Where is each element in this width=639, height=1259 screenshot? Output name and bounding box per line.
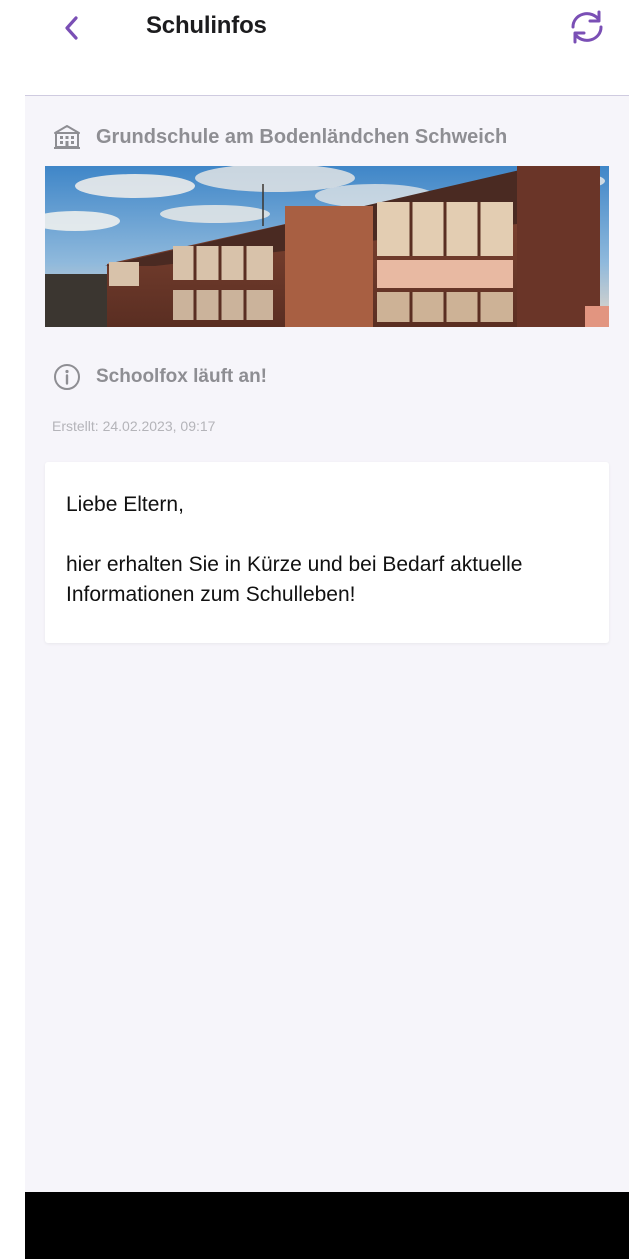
school-name: Grundschule am Bodenländchen Schweich [96, 125, 508, 148]
message-card: Liebe Eltern, hier erhalten Sie in Kürze… [45, 462, 609, 643]
info-icon [54, 364, 80, 390]
post-created-date: Erstellt: 24.02.2023, 09:17 [52, 418, 216, 434]
chevron-left-icon [65, 16, 78, 40]
message-body: hier erhalten Sie in Kürze und bei Bedar… [66, 553, 523, 606]
refresh-icon [571, 10, 603, 44]
school-header: Grundschule am Bodenländchen Schweich [52, 122, 507, 152]
page-title: Schulinfos [146, 12, 267, 39]
back-button[interactable] [52, 8, 92, 48]
school-building-icon [54, 125, 80, 149]
post-title: Schoolfox läuft an! [96, 366, 267, 387]
post-header: Schoolfox läuft an! [52, 362, 267, 392]
app-header: Schulinfos [0, 0, 639, 95]
refresh-button[interactable] [562, 4, 612, 50]
school-photo[interactable] [45, 166, 609, 327]
bottom-bar [25, 1192, 629, 1259]
message-greeting: Liebe Eltern, [66, 493, 184, 516]
